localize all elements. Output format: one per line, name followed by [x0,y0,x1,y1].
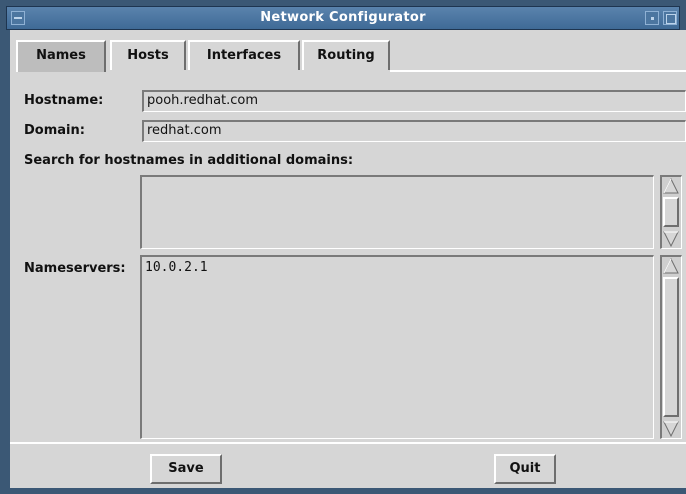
quit-button[interactable]: Quit [494,454,556,484]
tab-bar: Names Hosts Interfaces Routing [10,30,686,78]
domain-label: Domain: [24,123,85,138]
hostname-label: Hostname: [24,93,104,108]
tab-names[interactable]: Names [16,40,106,72]
nameservers-scroll-thumb[interactable] [663,277,679,417]
window-client: Names Hosts Interfaces Routing Hostname:… [10,30,686,488]
window-title: Network Configurator [260,10,426,25]
scroll-up-arrow-icon[interactable] [663,258,679,274]
save-button[interactable]: Save [150,454,222,484]
domain-field[interactable]: redhat.com [142,120,686,142]
tab-divider [390,70,686,72]
hostname-field[interactable]: pooh.redhat.com [142,90,686,112]
nameservers-label: Nameservers: [24,261,126,276]
tab-hosts[interactable]: Hosts [110,40,186,70]
search-domains-scroll-thumb[interactable] [663,197,679,227]
scroll-down-arrow-icon[interactable] [663,421,679,437]
maximize-icon[interactable] [663,11,677,25]
tab-interfaces[interactable]: Interfaces [188,40,300,70]
nameservers-scrollbar[interactable] [660,255,682,439]
search-domains-scrollbar[interactable] [660,175,682,249]
minimize-icon[interactable] [645,11,659,25]
scroll-down-arrow-icon[interactable] [663,231,679,247]
button-bar: Save Quit [10,442,686,488]
nameservers-textarea[interactable]: 10.0.2.1 [140,255,654,439]
title-bar[interactable]: Network Configurator [6,6,680,30]
search-domains-label: Search for hostnames in additional domai… [24,153,354,168]
scroll-up-arrow-icon[interactable] [663,178,679,194]
window-frame: Network Configurator Names Hosts Interfa… [0,0,686,494]
tab-routing[interactable]: Routing [302,40,390,70]
search-domains-textarea[interactable] [140,175,654,249]
names-panel: Hostname: pooh.redhat.com Domain: redhat… [14,80,686,439]
